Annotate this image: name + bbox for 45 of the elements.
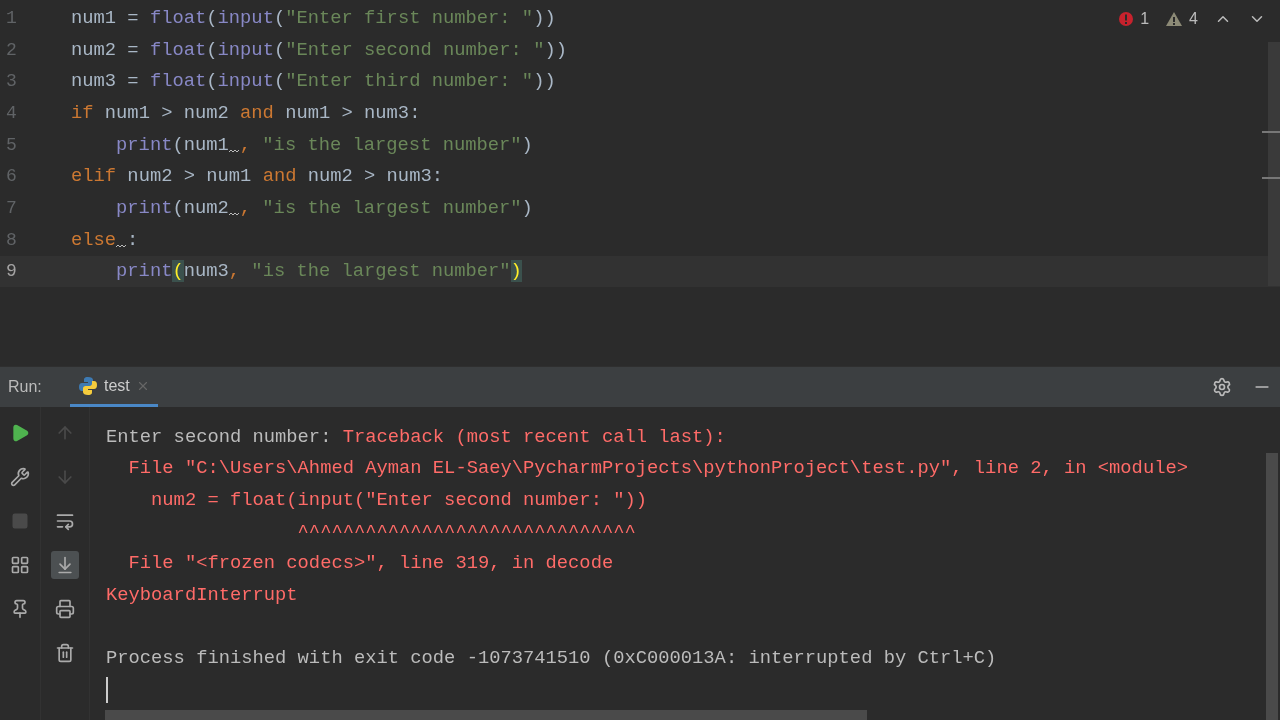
scrollbar[interactable] xyxy=(1260,42,1280,286)
code-line: if num1 > num2 and num1 > num3: xyxy=(71,101,421,124)
scrollbar[interactable] xyxy=(1266,453,1278,720)
code-line: print(num2 , "is the largest number") xyxy=(115,196,533,219)
line-number: 2 xyxy=(5,39,18,60)
code-line: print(num3, "is the largest number") xyxy=(115,260,522,283)
error-output: ^^^^^^^^^^^^^^^^^^^^^^^^^^^^^^ xyxy=(296,520,636,543)
run-tab[interactable]: test xyxy=(70,367,158,407)
error-output: num2 = float(input("Enter second number: ")) xyxy=(150,489,647,511)
horizontal-scrollbar[interactable] xyxy=(105,710,867,720)
console-output: Process finished with exit code -1073741510 (0xC000013A: interrupted by Ctrl+C) xyxy=(106,646,997,669)
line-number: 1 xyxy=(5,7,18,28)
settings-icon[interactable] xyxy=(1212,377,1232,397)
line-number: 3 xyxy=(5,71,18,92)
code-line: num3 = float(input("Enter third number: ")) xyxy=(71,70,556,93)
code-line: elif num2 > num1 and num2 > num3: xyxy=(71,165,443,188)
warning-icon[interactable] xyxy=(1165,11,1184,27)
code-line: else : xyxy=(71,228,139,251)
line-number: 9 xyxy=(5,261,18,282)
error-output: Traceback (most recent call last): xyxy=(342,425,726,448)
print-icon[interactable] xyxy=(55,599,75,619)
pin-icon[interactable] xyxy=(10,599,30,619)
python-icon xyxy=(78,375,98,396)
code-line: num2 = float(input("Enter second number: ")) xyxy=(71,38,567,61)
soft-wrap-icon[interactable] xyxy=(55,511,75,531)
console-output: Enter second number: xyxy=(106,425,333,448)
run-icon[interactable] xyxy=(10,423,30,443)
error-output: File "C:\Users\Ahmed Ayman EL-Saey\PycharmProjects\pythonProject\test.py", line 2, in <module> xyxy=(127,457,1188,480)
error-output: File "<frozen codecs>", line 319, in decode xyxy=(127,552,614,575)
error-count: 1 xyxy=(1140,10,1150,28)
layout-icon[interactable] xyxy=(10,555,30,575)
text-cursor xyxy=(106,676,108,703)
code-line: num1 = float(input("Enter first number: ")) xyxy=(71,6,556,29)
line-number: 5 xyxy=(5,134,18,155)
trash-icon[interactable] xyxy=(55,643,75,663)
line-number: 7 xyxy=(5,197,18,218)
error-output: KeyboardInterrupt xyxy=(106,583,298,606)
warning-count: 4 xyxy=(1189,10,1198,28)
error-icon[interactable] xyxy=(1118,11,1135,27)
wrench-icon[interactable] xyxy=(10,467,30,487)
run-label: Run: xyxy=(8,378,43,396)
line-number: 8 xyxy=(5,229,18,250)
line-number: 6 xyxy=(5,166,18,187)
code-line: print(num1 , "is the largest number") xyxy=(115,133,533,156)
line-number: 4 xyxy=(5,102,18,123)
